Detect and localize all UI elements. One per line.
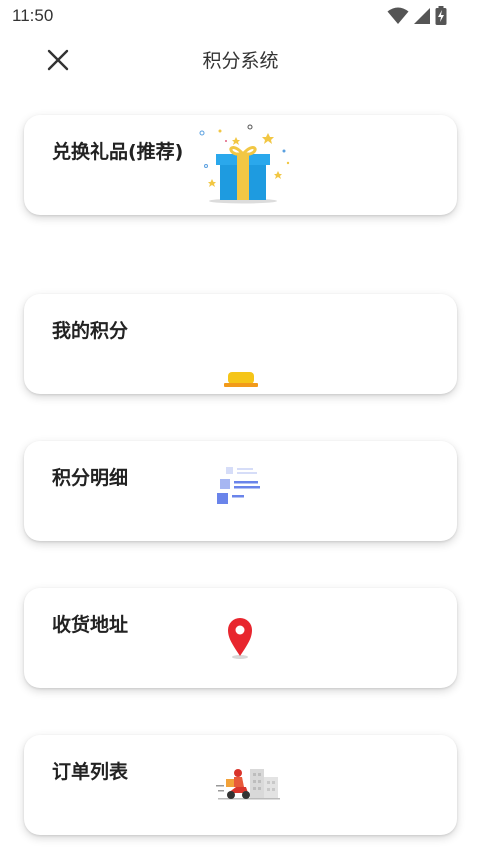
- card-title: 订单列表: [52, 761, 129, 783]
- app-bar: 积分系统: [0, 32, 481, 88]
- status-icons: [387, 6, 447, 25]
- card-order-list[interactable]: 订单列表: [24, 735, 457, 835]
- card-my-points[interactable]: 我的积分: [24, 294, 457, 394]
- status-bar: 11:50: [0, 0, 481, 32]
- page-title: 积分系统: [202, 50, 279, 72]
- location-pin-icon: [228, 618, 252, 659]
- delivery-scooter-icon: [216, 769, 280, 800]
- list-details-icon: [217, 467, 260, 504]
- gift-box-icon: [199, 124, 290, 204]
- card-points-details[interactable]: 积分明细: [24, 441, 457, 541]
- card-title: 我的积分: [52, 320, 129, 342]
- wifi-icon: [387, 7, 409, 24]
- card-title: 收货地址: [52, 614, 129, 636]
- card-title: 积分明细: [52, 467, 129, 489]
- status-time: 11:50: [12, 6, 54, 25]
- card-exchange-gifts[interactable]: 兑换礼品(推荐): [24, 115, 457, 215]
- battery-charging-icon: [435, 6, 447, 25]
- cellular-signal-icon: [414, 7, 430, 24]
- card-shipping-address[interactable]: 收货地址: [24, 588, 457, 688]
- gold-coin-icon: [224, 372, 258, 387]
- card-title: 兑换礼品(推荐): [52, 141, 184, 163]
